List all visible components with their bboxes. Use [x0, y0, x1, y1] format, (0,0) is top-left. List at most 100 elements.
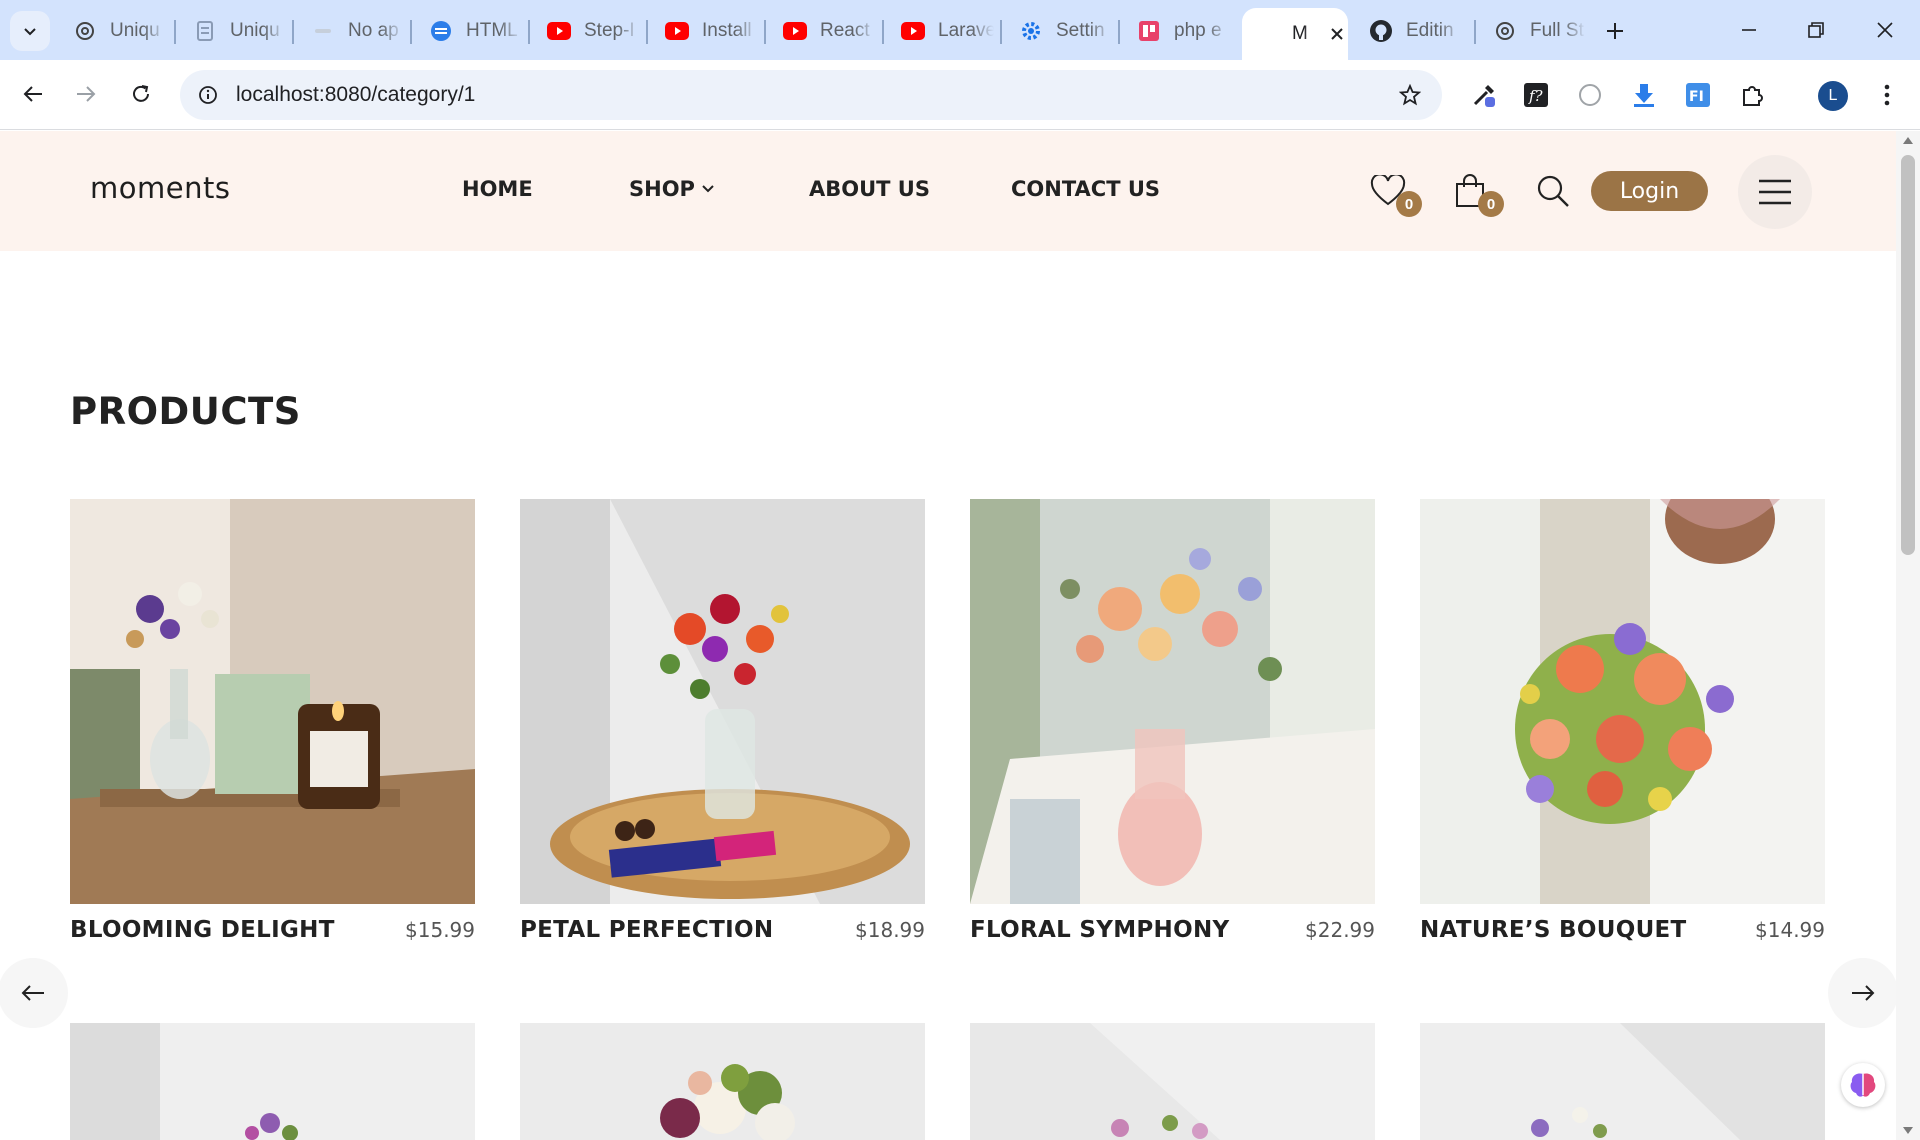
browser-tab[interactable]: Step-I	[534, 10, 640, 52]
product-image[interactable]	[970, 1023, 1375, 1140]
tab-label: M	[1292, 23, 1308, 44]
font-extension-icon[interactable]: FI	[1681, 78, 1715, 112]
nav-shop[interactable]: SHOP	[629, 177, 715, 201]
tab-separator	[764, 20, 766, 44]
browser-toolbar: localhost:8080/category/1 f? FI L	[0, 60, 1920, 130]
product-image[interactable]	[1420, 499, 1825, 904]
product-card[interactable]: PETAL PERFECTION $18.99	[520, 499, 925, 943]
chatgpt-icon	[1492, 18, 1518, 44]
product-image[interactable]	[520, 499, 925, 904]
products-heading: PRODUCTS	[70, 390, 301, 433]
product-name[interactable]: BLOOMING DELIGHT	[70, 917, 335, 943]
browser-tab[interactable]: Install	[652, 10, 758, 52]
product-info: BLOOMING DELIGHT $15.99	[70, 917, 475, 943]
download-extension-icon[interactable]	[1627, 78, 1661, 112]
cart-button[interactable]: 0	[1448, 169, 1504, 217]
close-window-button[interactable]	[1860, 12, 1910, 48]
puzzle-extensions-icon[interactable]	[1735, 78, 1769, 112]
product-image[interactable]	[70, 499, 475, 904]
address-bar[interactable]: localhost:8080/category/1	[180, 70, 1442, 120]
compass-extension-icon[interactable]	[1573, 78, 1607, 112]
nav-home[interactable]: HOME	[462, 177, 533, 201]
product-card[interactable]	[970, 1023, 1375, 1140]
course-icon	[1136, 18, 1162, 44]
product-name[interactable]: FLORAL SYMPHONY	[970, 917, 1229, 943]
arrow-right-icon	[77, 86, 96, 102]
restore-button[interactable]	[1791, 12, 1841, 48]
svg-text:FI: FI	[1689, 89, 1704, 105]
color-picker-extension-icon[interactable]	[1467, 78, 1501, 112]
browser-tab[interactable]: Uniqu	[180, 10, 286, 52]
product-image[interactable]	[70, 1023, 475, 1140]
wishlist-button[interactable]: 0	[1366, 169, 1422, 217]
scroll-thumb[interactable]	[1901, 155, 1915, 555]
slider-next-button[interactable]	[1828, 958, 1896, 1028]
product-name[interactable]: NATURE’S BOUQUET	[1420, 917, 1687, 943]
browser-tab-active[interactable]: M	[1242, 8, 1348, 60]
browser-tab[interactable]: Larave	[888, 10, 994, 52]
tab-label: No ap	[348, 20, 399, 41]
star-icon[interactable]	[1396, 81, 1424, 109]
product-card[interactable]	[1420, 1023, 1825, 1140]
forward-button[interactable]	[66, 74, 106, 114]
browser-tab[interactable]: Settin	[1006, 10, 1112, 52]
browser-tab[interactable]: Uniqu	[60, 10, 166, 52]
product-card[interactable]	[70, 1023, 475, 1140]
new-tab-button[interactable]	[1598, 14, 1632, 48]
back-button[interactable]	[13, 74, 53, 114]
browser-tab[interactable]: php e	[1124, 10, 1230, 52]
product-card[interactable]: BLOOMING DELIGHT $15.99	[70, 499, 475, 943]
more-menu-icon[interactable]	[1870, 78, 1904, 112]
product-image[interactable]	[520, 1023, 925, 1140]
close-icon	[1877, 22, 1893, 38]
browser-tab[interactable]: HTML	[416, 10, 522, 52]
browser-tab[interactable]: Full St	[1480, 10, 1586, 52]
close-icon[interactable]	[1325, 22, 1348, 46]
tab-label: Settin	[1056, 20, 1105, 41]
gear-icon	[1018, 18, 1044, 44]
browser-tab[interactable]: Editin	[1356, 10, 1462, 52]
product-info: FLORAL SYMPHONY $22.99	[970, 917, 1375, 943]
youtube-icon	[782, 18, 808, 44]
search-button[interactable]	[1531, 169, 1575, 213]
tab-separator	[174, 20, 176, 44]
youtube-icon	[546, 18, 572, 44]
site-logo[interactable]: moments	[90, 171, 230, 205]
ai-assistant-button[interactable]	[1841, 1063, 1885, 1107]
scroll-up-arrow[interactable]	[1903, 137, 1913, 144]
browser-tab[interactable]: No ap	[298, 10, 404, 52]
tab-search-button[interactable]	[10, 11, 50, 51]
product-name[interactable]: PETAL PERFECTION	[520, 917, 773, 943]
tab-separator	[646, 20, 648, 44]
minimize-button[interactable]	[1724, 12, 1774, 48]
product-card[interactable]	[520, 1023, 925, 1140]
scroll-down-arrow[interactable]	[1903, 1127, 1913, 1134]
product-image[interactable]	[1420, 1023, 1825, 1140]
tab-label: Full St	[1530, 20, 1584, 41]
tab-separator	[528, 20, 530, 44]
arrow-left-icon	[21, 985, 44, 1001]
tab-separator	[1118, 20, 1120, 44]
page-scrollbar[interactable]	[1896, 131, 1920, 1140]
tab-label: php e	[1174, 20, 1222, 41]
slider-prev-button[interactable]	[0, 958, 68, 1028]
site-info-icon[interactable]	[194, 81, 222, 109]
formula-extension-icon[interactable]: f?	[1519, 78, 1553, 112]
plus-icon	[1607, 23, 1623, 39]
product-image[interactable]	[970, 499, 1375, 904]
chevron-down-icon	[24, 28, 36, 36]
hamburger-menu-button[interactable]	[1738, 155, 1812, 229]
tab-separator	[410, 20, 412, 44]
tab-label: Uniqu	[110, 20, 160, 41]
reload-button[interactable]	[121, 74, 161, 114]
tab-label: Install	[702, 20, 752, 41]
nav-contact[interactable]: CONTACT US	[1011, 177, 1160, 201]
browser-tab[interactable]: React	[770, 10, 876, 52]
product-price: $18.99	[855, 918, 925, 942]
product-card[interactable]: FLORAL SYMPHONY $22.99	[970, 499, 1375, 943]
svg-text:f?: f?	[1528, 87, 1544, 105]
profile-avatar[interactable]: L	[1818, 81, 1848, 111]
login-button[interactable]: Login	[1591, 171, 1708, 211]
product-card[interactable]: NATURE’S BOUQUET $14.99	[1420, 499, 1825, 943]
nav-about[interactable]: ABOUT US	[809, 177, 930, 201]
